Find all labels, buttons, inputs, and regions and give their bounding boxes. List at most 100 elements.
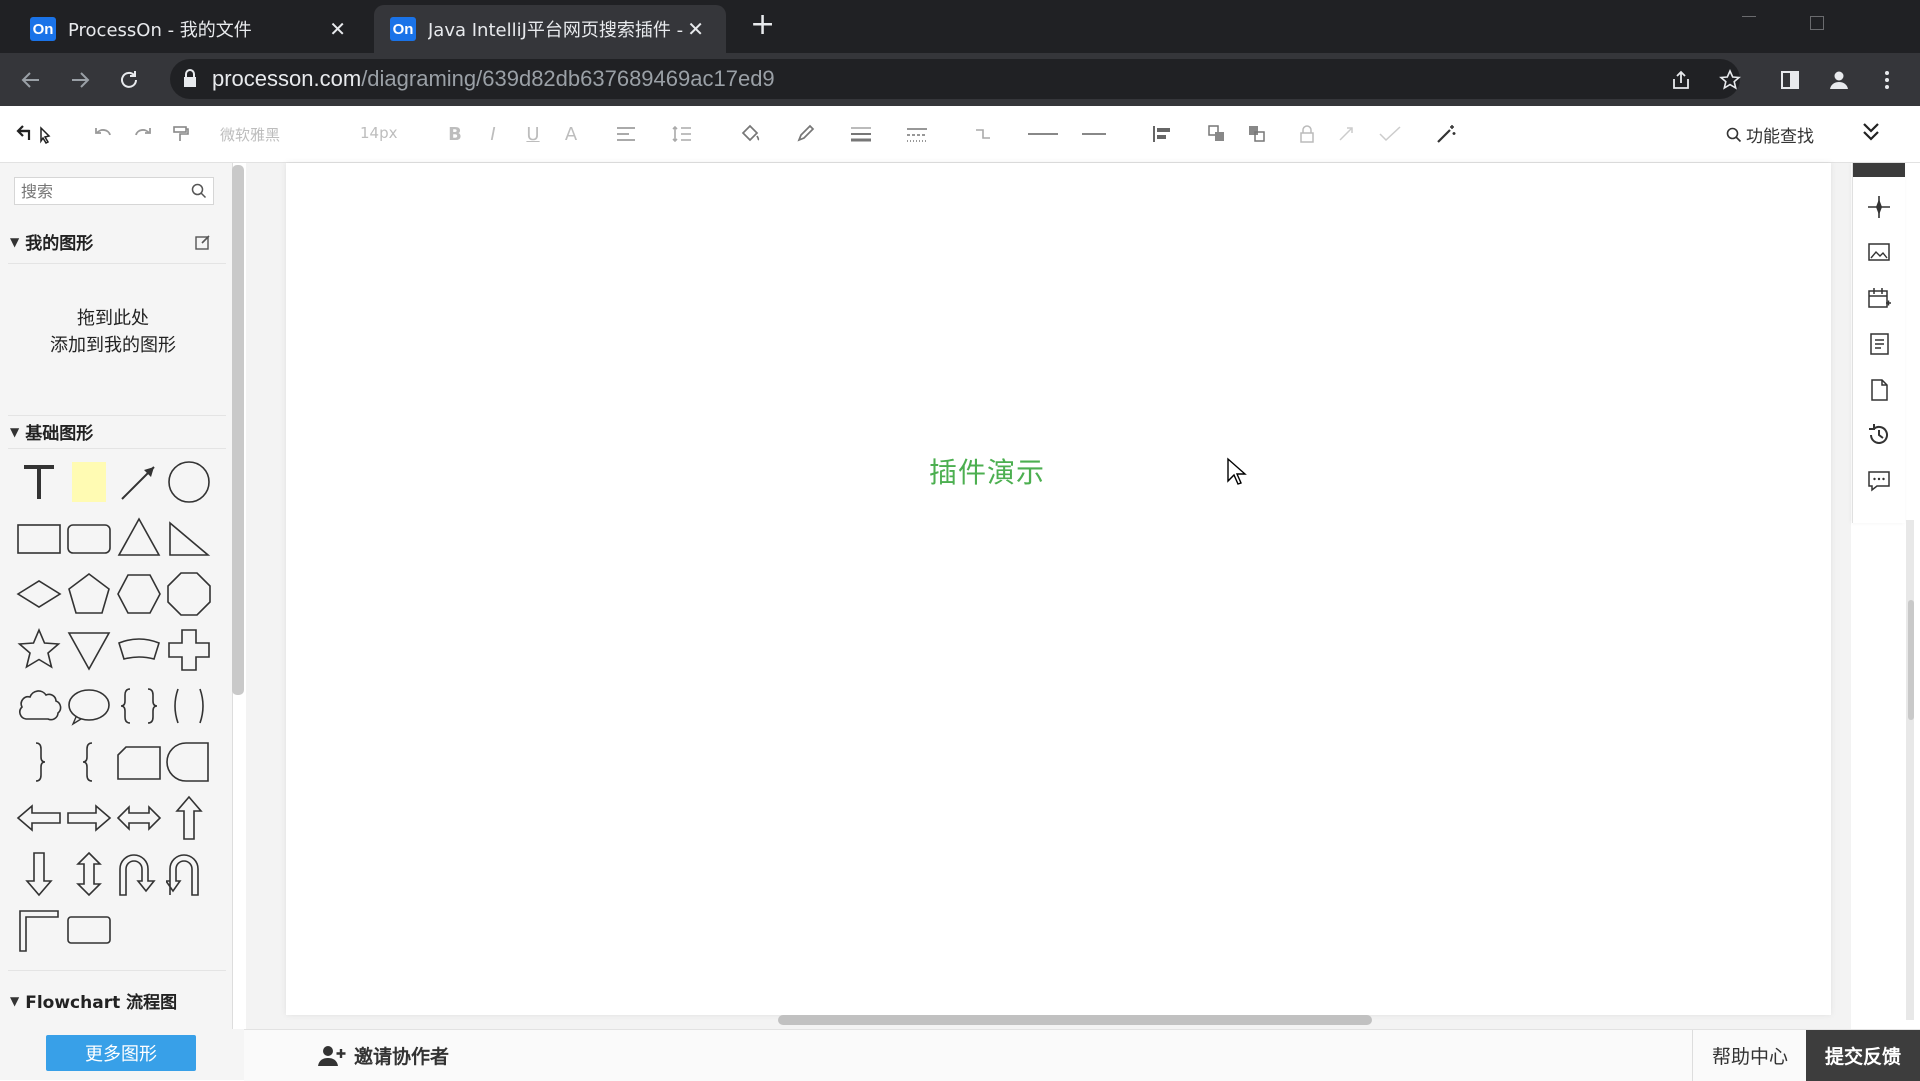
line-style-button[interactable] (904, 122, 930, 146)
undo-button[interactable] (92, 122, 114, 146)
italic-button[interactable]: I (484, 122, 502, 146)
help-center-button[interactable]: 帮助中心 (1692, 1030, 1807, 1081)
invite-collaborator-button[interactable]: 邀请协作者 (318, 1042, 449, 1069)
ellipse-shape[interactable] (66, 683, 112, 729)
flowchart-header[interactable]: ▼ Flowchart 流程图 (10, 988, 177, 1013)
line-color-button[interactable] (794, 122, 818, 146)
page-settings-button[interactable] (1865, 376, 1893, 404)
group-button[interactable] (1336, 122, 1358, 146)
shape-search-box[interactable] (14, 177, 214, 205)
more-shapes-button[interactable]: 更多图形 (46, 1035, 196, 1071)
collapse-toolbar-button[interactable] (1860, 120, 1882, 144)
note-shape[interactable] (66, 459, 112, 505)
style-button[interactable] (1376, 122, 1404, 146)
double-arrow-shape[interactable] (116, 795, 162, 841)
canvas-vertical-scrollbar[interactable] (1908, 600, 1914, 720)
my-shapes-header[interactable]: ▼ 我的图形 (10, 229, 93, 254)
browser-tab-processon[interactable]: On ProcessOn - 我的文件 ✕ (14, 5, 368, 53)
bring-front-button[interactable] (1206, 122, 1228, 146)
reload-button[interactable] (112, 63, 146, 97)
bookmark-button[interactable] (1713, 63, 1747, 97)
up-arrow-shape[interactable] (166, 795, 212, 841)
redo-button[interactable] (132, 122, 154, 146)
rounded-rectangle-shape[interactable] (66, 515, 112, 561)
format-painter-button[interactable] (170, 122, 192, 146)
data-button[interactable] (1865, 284, 1893, 312)
braces-shape[interactable] (116, 683, 162, 729)
navigator-button[interactable] (1865, 193, 1893, 221)
funnel-shape[interactable] (66, 627, 112, 673)
curved-shape[interactable] (116, 627, 162, 673)
star-shape[interactable] (16, 627, 62, 673)
comments-button[interactable] (1865, 467, 1893, 495)
end-arrow-button[interactable] (1080, 122, 1108, 146)
down-arrow-shape[interactable] (16, 851, 62, 897)
corner-shape[interactable] (16, 907, 62, 953)
diamond-shape[interactable] (16, 571, 62, 617)
u-turn-arrow-shape[interactable] (116, 851, 162, 897)
url-field[interactable]: processon.com/diagraming/639d82db6376894… (170, 59, 1740, 99)
left-brace-shape[interactable] (66, 739, 112, 785)
arrange-button[interactable] (1150, 122, 1174, 146)
shape-panel-scrollbar[interactable] (232, 165, 244, 695)
u-turn-arrow-alt-shape[interactable] (166, 851, 212, 897)
send-back-button[interactable] (1246, 122, 1268, 146)
parentheses-shape[interactable] (166, 683, 212, 729)
left-arrow-shape[interactable] (16, 795, 62, 841)
font-color-button[interactable]: A (562, 122, 580, 146)
basic-shapes-header[interactable]: ▼ 基础图形 (10, 419, 93, 444)
start-arrow-button[interactable] (1026, 122, 1060, 146)
right-brace-shape[interactable] (16, 739, 62, 785)
browser-menu-button[interactable] (1870, 63, 1904, 97)
close-tab-icon[interactable]: ✕ (687, 17, 704, 41)
fill-color-button[interactable] (738, 122, 762, 146)
arrow-line-shape[interactable] (116, 459, 162, 505)
frame-shape[interactable] (66, 907, 112, 953)
canvas-text-shape[interactable]: 插件演示 (929, 451, 1045, 491)
function-search[interactable]: 功能查找 (1726, 122, 1814, 147)
spacing-button[interactable] (670, 122, 694, 146)
underline-button[interactable]: U (524, 122, 542, 146)
minimize-icon[interactable] (1742, 16, 1756, 17)
close-tab-icon[interactable]: ✕ (329, 17, 346, 41)
back-home-button[interactable] (14, 122, 56, 146)
cross-shape[interactable] (166, 627, 212, 673)
canvas-page[interactable]: 插件演示 (286, 163, 1831, 1015)
up-down-arrow-shape[interactable] (66, 851, 112, 897)
lock-button[interactable] (1296, 122, 1318, 146)
canvas-area[interactable]: 插件演示 (246, 163, 1851, 1029)
profile-button[interactable] (1822, 63, 1856, 97)
circle-shape[interactable] (166, 459, 212, 505)
line-width-button[interactable] (848, 122, 874, 146)
browser-tab-plugin[interactable]: On Java IntelliJ平台网页搜索插件 - ✕ (374, 5, 726, 53)
new-tab-button[interactable]: + (750, 10, 775, 40)
cloud-shape[interactable] (16, 683, 62, 729)
submit-feedback-button[interactable]: 提交反馈 (1806, 1030, 1920, 1081)
hexagon-shape[interactable] (116, 571, 162, 617)
right-triangle-shape[interactable] (166, 515, 212, 561)
canvas-horizontal-scrollbar[interactable] (778, 1015, 1372, 1025)
font-family-select[interactable]: 微软雅黑 (220, 124, 298, 144)
magic-wand-button[interactable] (1434, 122, 1458, 146)
share-button[interactable] (1664, 63, 1698, 97)
forward-button[interactable] (63, 63, 97, 97)
pentagon-shape[interactable] (66, 571, 112, 617)
shape-search-input[interactable] (19, 178, 183, 204)
bold-button[interactable]: B (446, 122, 464, 146)
edit-icon[interactable] (194, 233, 212, 251)
back-button[interactable] (14, 63, 48, 97)
triangle-shape[interactable] (116, 515, 162, 561)
cut-rectangle-shape[interactable] (116, 739, 162, 785)
pages-button[interactable] (1865, 330, 1893, 358)
rectangle-shape[interactable] (16, 515, 62, 561)
align-button[interactable] (614, 122, 638, 146)
text-shape[interactable] (16, 459, 62, 505)
maximize-icon[interactable] (1810, 16, 1824, 30)
side-panel-button[interactable] (1773, 63, 1807, 97)
font-size-select[interactable]: 14px (360, 124, 416, 144)
connector-type-button[interactable] (972, 122, 994, 146)
octagon-shape[interactable] (166, 571, 212, 617)
right-arrow-shape[interactable] (66, 795, 112, 841)
history-button[interactable] (1865, 421, 1893, 449)
rounded-corner-shape[interactable] (166, 739, 212, 785)
